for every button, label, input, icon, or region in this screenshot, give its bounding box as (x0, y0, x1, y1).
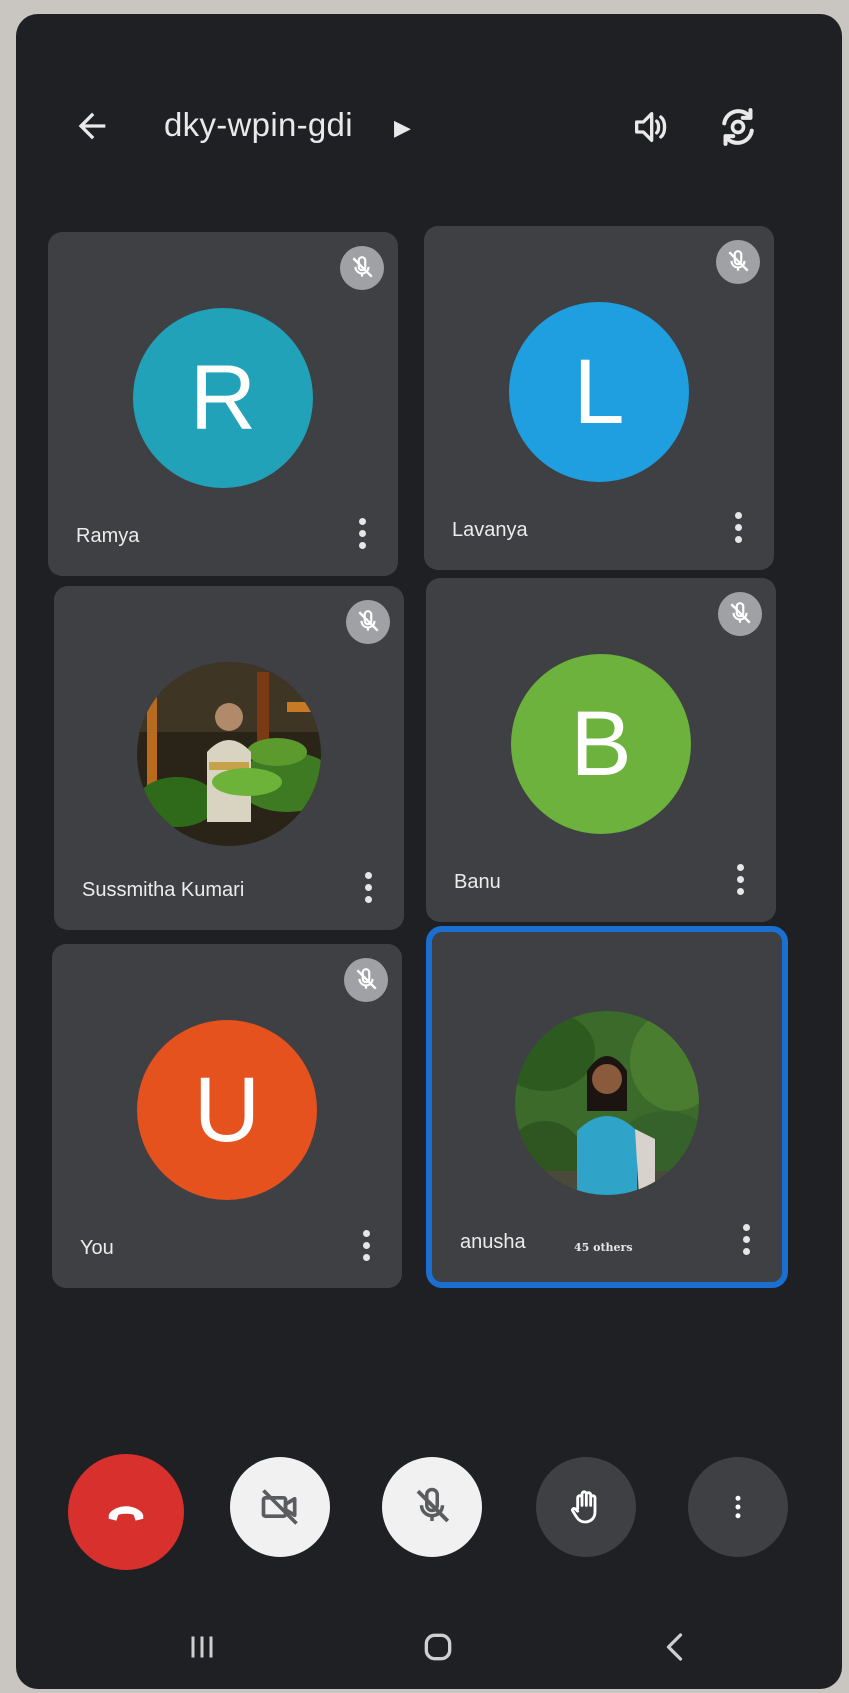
avatar: B (511, 654, 691, 834)
back-button[interactable] (62, 96, 122, 156)
recent-apps-button[interactable] (172, 1622, 232, 1672)
more-options-button[interactable] (688, 1457, 788, 1557)
mic-off-icon (340, 246, 384, 290)
home-button[interactable] (408, 1622, 468, 1672)
participant-name: Lavanya (452, 519, 528, 541)
mic-off-icon (716, 240, 760, 284)
participant-name: Sussmitha Kumari (82, 879, 245, 901)
speaker-icon (635, 112, 667, 142)
switch-camera-button[interactable] (710, 99, 766, 155)
top-bar: dky-wpin-gdi ▶ (16, 14, 842, 214)
avatar: L (509, 302, 689, 482)
recent-apps-icon (191, 1636, 213, 1658)
participant-tile[interactable]: R Ramya (48, 232, 398, 576)
raise-hand-button[interactable] (536, 1457, 636, 1557)
caret-right-icon[interactable]: ▶ (394, 115, 411, 141)
meeting-screen: dky-wpin-gdi ▶ R Ramya L Lavanya Sussmit… (16, 14, 842, 1689)
mic-off-icon (346, 600, 390, 644)
arrow-left-icon (78, 112, 106, 140)
profile-photo (137, 662, 321, 846)
avatar: U (137, 1020, 317, 1200)
participant-tile-active-speaker[interactable]: anusha 45 others (426, 926, 788, 1288)
others-count: 45 others (574, 1241, 633, 1254)
hand-icon (571, 1490, 597, 1524)
participant-tile-self[interactable]: U You (52, 944, 402, 1288)
more-options-icon[interactable] (724, 504, 752, 550)
phone-hangup-icon (108, 1506, 144, 1521)
chevron-left-icon (666, 1633, 683, 1661)
more-options-icon[interactable] (732, 1216, 760, 1262)
participant-name: You (80, 1237, 114, 1259)
participant-tile[interactable]: Sussmitha Kumari (54, 586, 404, 930)
profile-photo (515, 1011, 699, 1195)
mic-off-icon (344, 958, 388, 1002)
nav-back-button[interactable] (646, 1622, 706, 1672)
participant-tile[interactable]: B Banu (426, 578, 776, 922)
switch-camera-icon (722, 108, 754, 146)
mic-off-icon (718, 592, 762, 636)
participant-tile[interactable]: L Lavanya (424, 226, 774, 570)
mic-off-icon (416, 1487, 450, 1523)
more-vert-icon (735, 1495, 741, 1519)
more-options-icon[interactable] (348, 510, 376, 556)
participant-name: Ramya (76, 525, 140, 547)
participant-name: Banu (454, 871, 501, 893)
more-options-icon[interactable] (354, 864, 382, 910)
camera-toggle-button[interactable] (230, 1457, 330, 1557)
meeting-code[interactable]: dky-wpin-gdi (164, 106, 353, 144)
more-options-icon[interactable] (726, 856, 754, 902)
home-icon (424, 1633, 452, 1661)
system-nav-bar (16, 1604, 842, 1684)
camera-off-icon (261, 1489, 298, 1525)
end-call-button[interactable] (68, 1454, 184, 1570)
mic-toggle-button[interactable] (382, 1457, 482, 1557)
more-options-icon[interactable] (352, 1222, 380, 1268)
participant-name: anusha (460, 1231, 526, 1253)
avatar: R (133, 308, 313, 488)
speaker-button[interactable] (622, 99, 678, 155)
